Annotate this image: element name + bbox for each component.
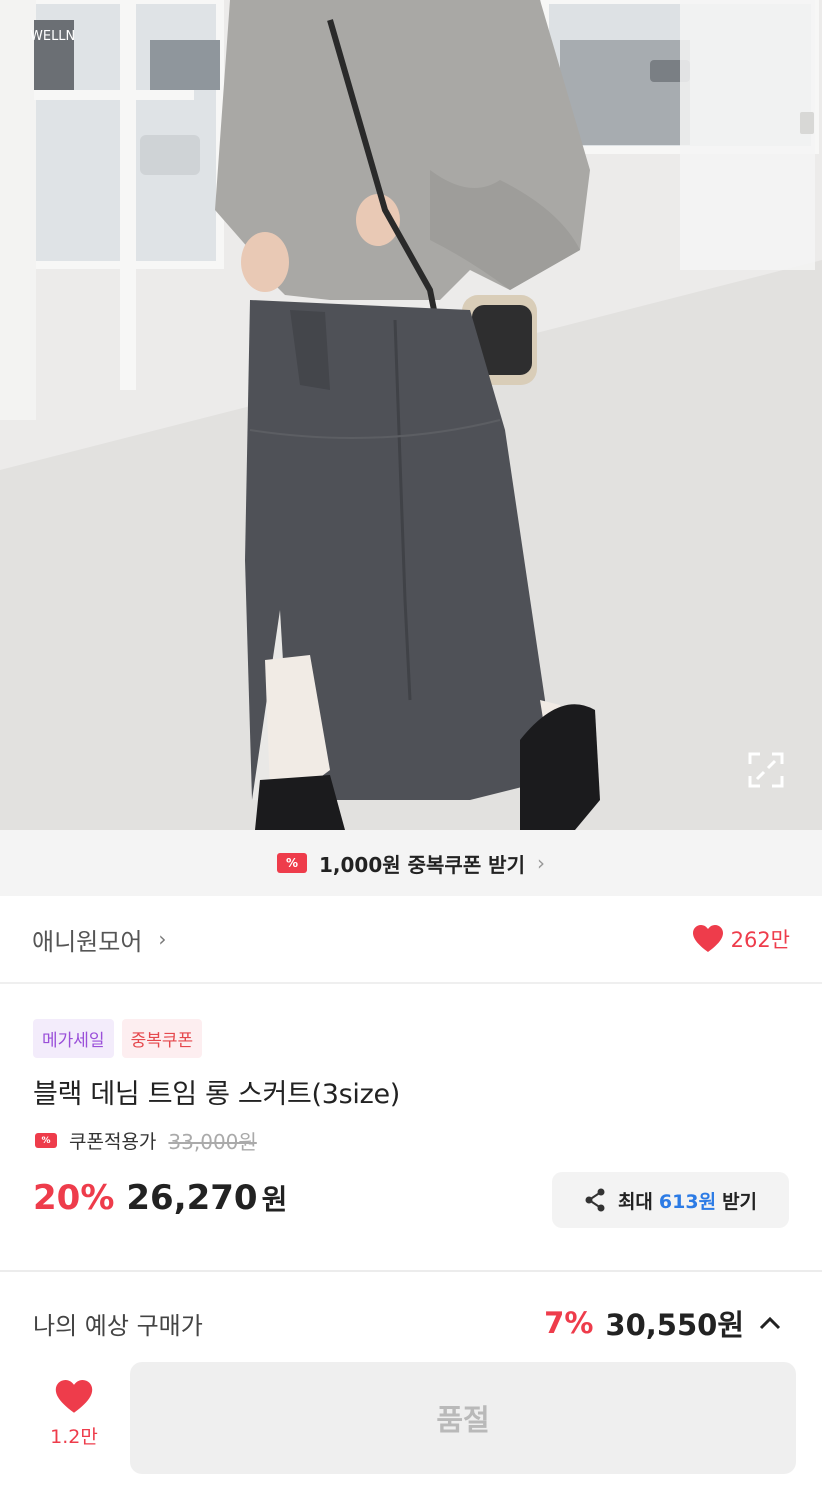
share-reward-button[interactable]: 최대 613원 받기 (552, 1172, 789, 1228)
chevron-up-icon (759, 1316, 781, 1330)
original-price: 33,000원 (168, 1130, 257, 1154)
window-sign-text: WELLN (30, 29, 75, 44)
wishlist-button[interactable]: 1.2만 (30, 1380, 118, 1470)
ticket-icon: % (35, 1133, 57, 1148)
expected-price-label: 나의 예상 구매가 (33, 1312, 203, 1340)
product-photo-illustration: WELLN (0, 0, 822, 830)
sale-price: 26,270 (126, 1178, 258, 1218)
shop-like-button[interactable]: 262만 (692, 924, 790, 954)
fullscreen-expand-icon[interactable] (748, 752, 784, 788)
duplicate-coupon-badge: 중복쿠폰 (121, 1019, 203, 1058)
product-title: 블랙 데님 트임 롱 스커트(3size) (33, 1079, 401, 1110)
divider (0, 1270, 822, 1272)
expected-price: 30,550원 (605, 1308, 744, 1342)
duplicate-coupon-banner[interactable]: % 1,000원 중복쿠폰 받기 › (0, 830, 822, 896)
shop-like-count: 262만 (730, 928, 790, 952)
share-suffix: 받기 (722, 1190, 758, 1213)
product-image[interactable]: WELLN (0, 0, 822, 830)
share-prefix: 최대 (617, 1190, 653, 1213)
coupon-price-row: % 쿠폰적용가 33,000원 (35, 1126, 257, 1155)
mega-sale-badge: 메가세일 (33, 1019, 114, 1058)
expected-price-toggle[interactable]: 7% 30,550원 (544, 1302, 784, 1344)
ticket-icon: % (277, 853, 307, 873)
share-amount: 613원 (658, 1190, 717, 1213)
sold-out-button[interactable]: 품절 (130, 1362, 796, 1474)
chevron-right-icon: › (158, 927, 167, 951)
shop-name: 애니원모어 (32, 927, 143, 956)
heart-icon (55, 1380, 93, 1413)
heart-icon (692, 925, 723, 952)
share-icon (585, 1188, 605, 1212)
expected-rate: 7% (544, 1306, 594, 1340)
wishlist-count: 1.2만 (50, 1426, 98, 1448)
badge-list: 메가세일 중복쿠폰 (33, 1019, 203, 1058)
price-row: 20% 26,270 원 (33, 1178, 287, 1218)
coupon-price-label: 쿠폰적용가 (69, 1131, 157, 1153)
discount-rate: 20% (33, 1178, 115, 1218)
shop-link[interactable]: 애니원모어 › (32, 922, 166, 957)
currency-label: 원 (261, 1183, 288, 1216)
chevron-right-icon: › (537, 851, 545, 875)
coupon-banner-label: 1,000원 중복쿠폰 받기 (319, 852, 525, 877)
shop-row: 애니원모어 › 262만 (0, 896, 822, 984)
